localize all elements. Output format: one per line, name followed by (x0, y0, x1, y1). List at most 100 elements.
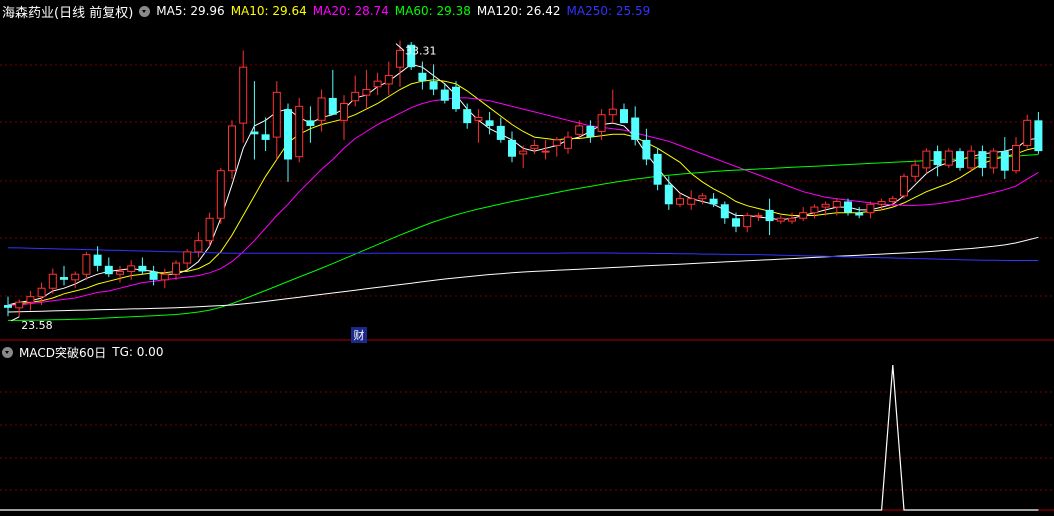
candle-body (631, 117, 640, 140)
candle-body (183, 251, 192, 264)
candle-body (4, 305, 12, 308)
candle-body (620, 109, 628, 124)
candle-body (306, 120, 315, 126)
candle (15, 299, 24, 317)
candle-body (26, 296, 35, 303)
tg-value: TG: 0.00 (112, 345, 164, 359)
candle (608, 89, 617, 124)
candle-body (351, 91, 360, 102)
candle (754, 212, 763, 222)
candle-body (608, 108, 617, 116)
stock-chart: 33.31 23.58 (0, 40, 1054, 511)
candle-body (362, 89, 371, 96)
candle-body (71, 273, 80, 281)
candle (474, 109, 483, 143)
candle-body (597, 114, 606, 133)
candle-body (933, 151, 942, 166)
candle (586, 120, 595, 143)
candle-body (418, 72, 427, 82)
candle (1023, 114, 1032, 149)
candle (788, 212, 796, 224)
candle (687, 190, 696, 210)
candle-body (754, 214, 763, 217)
candle (261, 117, 270, 152)
candle (373, 72, 382, 96)
candle (810, 204, 819, 219)
candle-body (653, 153, 662, 185)
candle (160, 268, 169, 289)
candle-body (396, 49, 404, 68)
candle-body (160, 273, 169, 281)
candle-body (452, 86, 460, 110)
candle (194, 232, 203, 258)
candle-body (474, 117, 483, 121)
candle (642, 128, 651, 166)
candle-body (642, 139, 651, 160)
candle-body (575, 125, 584, 135)
candle (765, 198, 774, 236)
candle-body (328, 97, 337, 115)
candle-body (1012, 145, 1020, 172)
candle (239, 50, 248, 143)
candle (250, 81, 259, 160)
candle-body (250, 131, 259, 135)
finance-event-badge[interactable]: 财 (351, 327, 367, 343)
candle-body (48, 273, 57, 289)
dropdown-circle-icon[interactable] (139, 5, 151, 17)
ma5-label: MA5: 29.96 (156, 4, 225, 18)
candle-body (900, 175, 908, 197)
candle-body (564, 136, 572, 149)
candle (541, 139, 550, 160)
candle (71, 271, 80, 289)
candle-body (93, 254, 102, 266)
stock-title: 海森药业(日线 前复权) (2, 5, 134, 21)
candle (384, 61, 393, 96)
candle-body (194, 240, 203, 253)
candle (127, 260, 136, 280)
candle (530, 139, 539, 154)
candle-body (720, 204, 729, 219)
candle-body (877, 200, 886, 205)
candle (172, 260, 180, 280)
candle-body (922, 150, 931, 169)
candle-body (496, 125, 505, 140)
candle (866, 201, 875, 219)
candle (82, 251, 91, 280)
candle (676, 193, 684, 208)
low-price-label: 23.58 (21, 319, 53, 332)
ma120-label: MA120: 26.42 (476, 4, 561, 18)
candle (944, 148, 953, 168)
candle-body (676, 198, 684, 205)
candle (351, 75, 360, 107)
candle-body (127, 265, 136, 272)
candle (564, 131, 572, 154)
tg-line (0, 364, 1039, 511)
candle (272, 81, 281, 160)
candle-body (104, 265, 113, 275)
candle (183, 249, 192, 269)
candle-body (60, 277, 68, 280)
candle-body (944, 150, 953, 166)
candle-body (866, 203, 875, 214)
candle (485, 111, 494, 135)
candle (631, 106, 640, 146)
candle-body (530, 145, 539, 149)
candle (799, 207, 808, 222)
dropdown-circle-icon[interactable] (2, 346, 13, 358)
candle (306, 106, 315, 143)
ma20-label: MA20: 28.74 (312, 4, 389, 18)
candle (328, 69, 337, 115)
candle (362, 69, 371, 110)
indicator-name: MACD突破60日 (19, 345, 107, 360)
candle (284, 103, 292, 182)
candle-body (261, 134, 270, 140)
candle-body (149, 271, 158, 280)
candle-body (799, 212, 808, 219)
candle (418, 61, 427, 90)
candle-body (855, 212, 864, 216)
candle-body (698, 195, 707, 200)
candle-body (810, 206, 819, 214)
candle-body (821, 203, 830, 208)
candle-body (709, 198, 718, 205)
candle-body (228, 125, 236, 172)
